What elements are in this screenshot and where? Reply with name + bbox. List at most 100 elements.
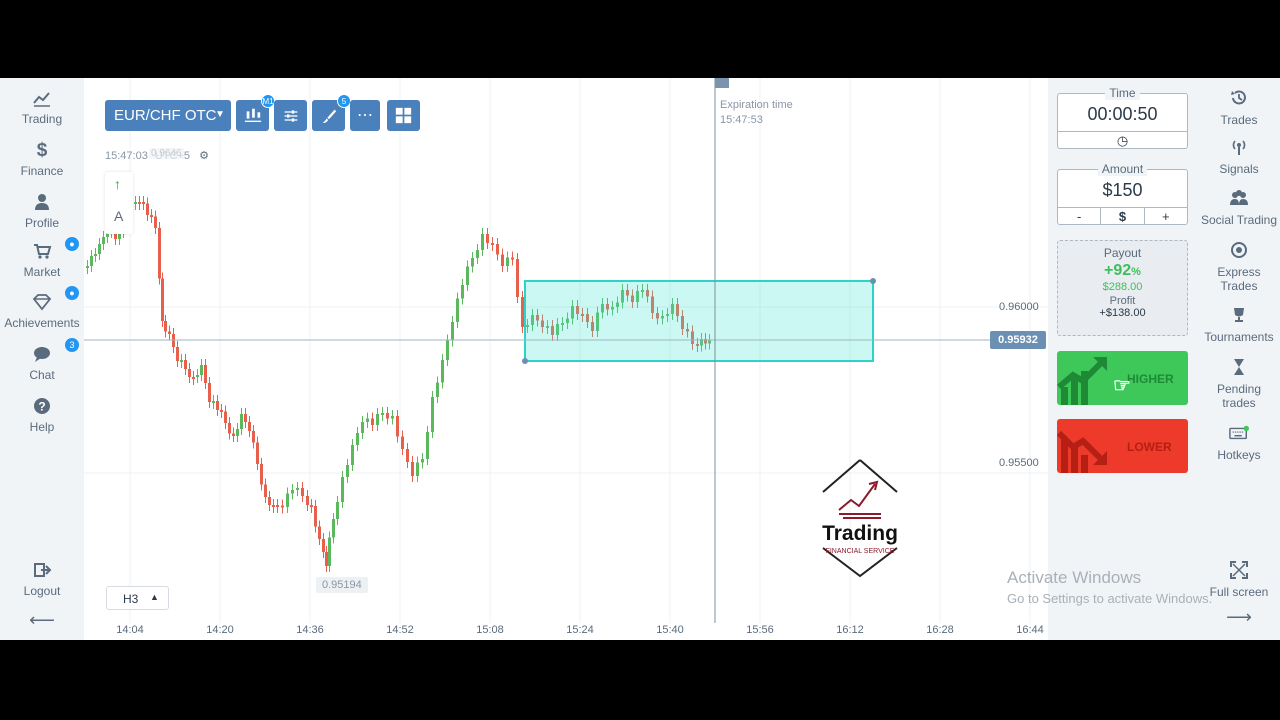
candle-body xyxy=(192,377,195,379)
candle-body xyxy=(208,383,211,402)
candle-body xyxy=(240,414,243,429)
chart-clock: 15:47:03 xyxy=(105,150,148,162)
candle-body xyxy=(328,537,331,566)
nav-achievements[interactable]: Achievements ● xyxy=(0,286,84,330)
nav-label: Finance xyxy=(20,164,64,178)
time-field[interactable]: Time 00:00:50 ◷ xyxy=(1057,86,1188,149)
candle-body xyxy=(310,505,313,507)
candles-icon xyxy=(244,108,262,122)
candle-body xyxy=(471,258,474,267)
layout-button[interactable] xyxy=(387,100,420,131)
nav-trades[interactable]: Trades xyxy=(1198,88,1280,127)
settings-gear-icon[interactable]: ⚙ xyxy=(199,150,209,162)
higher-label: HIGHER xyxy=(1127,372,1174,386)
trend-up-icon xyxy=(1057,357,1107,405)
candle-body xyxy=(252,431,255,443)
brand-logo-icon xyxy=(822,459,898,578)
candle-body xyxy=(416,462,419,476)
time-axis-label: 15:56 xyxy=(746,624,774,636)
amount-minus-button[interactable]: - xyxy=(1058,208,1102,225)
candle-body xyxy=(501,254,504,266)
collapse-left-arrow-icon[interactable]: ⟵ xyxy=(0,610,84,631)
nav-pending-trades[interactable]: Pending trades xyxy=(1198,357,1280,410)
brush-icon xyxy=(322,109,337,123)
time-axis-label: 16:44 xyxy=(1016,624,1044,636)
candle-body xyxy=(90,256,93,266)
candle-body xyxy=(391,416,394,419)
nav-chat[interactable]: Chat 3 xyxy=(0,338,84,382)
chart-type-button[interactable]: M1 xyxy=(236,94,275,131)
profit-value: +$138.00 xyxy=(1099,307,1146,319)
nav-tournaments[interactable]: Tournaments xyxy=(1198,305,1280,344)
higher-button[interactable]: HIGHER ☞ xyxy=(1057,351,1188,405)
more-button[interactable]: ⋯ xyxy=(350,100,380,131)
candle-body xyxy=(276,505,279,507)
lower-label: LOWER xyxy=(1127,440,1172,454)
rnav-label: Hotkeys xyxy=(1217,448,1261,462)
currency-button[interactable]: $ xyxy=(1101,208,1145,225)
rectangle-handle[interactable] xyxy=(870,278,876,284)
nav-market[interactable]: Market ● xyxy=(0,237,84,279)
nav-label: Trading xyxy=(21,112,63,126)
rectangle-handle[interactable] xyxy=(522,358,528,364)
fullscreen-button[interactable]: Full screen xyxy=(1198,560,1280,599)
nav-label: Chat xyxy=(29,368,55,382)
nav-express-trades[interactable]: Express Trades xyxy=(1198,240,1280,293)
candle-body xyxy=(244,414,247,422)
hand-cursor-icon: ☞ xyxy=(1113,375,1131,397)
candle-body xyxy=(196,375,199,377)
hourglass-icon xyxy=(1198,357,1280,379)
candle-body xyxy=(102,237,105,244)
nav-finance[interactable]: $ Finance xyxy=(0,140,84,178)
indicators-button[interactable] xyxy=(274,100,307,131)
candle-body xyxy=(256,442,259,464)
price-chart[interactable]: EUR/CHF OTC ▼ M1 5 ⋯ 15:47:03 UTC+5 0.96… xyxy=(84,78,1048,640)
nav-label: Market xyxy=(23,265,61,279)
nav-logout[interactable]: Logout xyxy=(0,560,84,598)
asset-selector[interactable]: EUR/CHF OTC ▼ xyxy=(105,100,231,131)
sliders-icon xyxy=(284,110,298,122)
clock-icon[interactable]: ◷ xyxy=(1058,131,1187,149)
amount-value[interactable]: $150 xyxy=(1058,180,1187,201)
candle-body xyxy=(341,477,344,502)
candle-body xyxy=(281,505,284,508)
chart-canvas[interactable] xyxy=(84,78,1048,640)
lower-button[interactable]: LOWER xyxy=(1057,419,1188,473)
candle-body xyxy=(325,552,328,566)
candle-body xyxy=(446,340,449,360)
payout-label: Payout xyxy=(1103,246,1142,260)
nav-signals[interactable]: Signals xyxy=(1198,137,1280,176)
nav-help[interactable]: ? Help xyxy=(0,396,84,434)
collapse-right-arrow-icon[interactable]: ⟶ xyxy=(1198,608,1280,626)
grid-layout-icon xyxy=(395,107,412,124)
amount-field[interactable]: Amount $150 - $ + xyxy=(1057,162,1188,225)
time-value[interactable]: 00:00:50 xyxy=(1058,104,1187,125)
profit-label: Profit xyxy=(1109,295,1136,307)
timeframe-selector[interactable]: H3 ▲ xyxy=(106,586,169,610)
amount-plus-button[interactable]: + xyxy=(1145,208,1187,225)
candle-body xyxy=(168,331,171,334)
expiration-label: Expiration time xyxy=(720,99,793,111)
time-axis-label: 15:40 xyxy=(656,624,684,636)
nav-social-trading[interactable]: Social Trading xyxy=(1198,188,1280,227)
candle-body xyxy=(351,445,354,465)
candle-body xyxy=(176,347,179,361)
text-tool-icon[interactable]: A xyxy=(114,208,123,224)
rnav-label: Trades xyxy=(1220,113,1258,127)
trend-down-icon xyxy=(1057,430,1107,473)
candle-body xyxy=(286,493,289,507)
history-icon xyxy=(1198,88,1280,110)
drawn-rectangle[interactable] xyxy=(524,280,874,362)
up-arrow-icon[interactable]: ↑ xyxy=(114,176,121,192)
candle-body xyxy=(496,244,499,255)
candle-body xyxy=(371,418,374,425)
dollar-icon: $ xyxy=(36,140,48,161)
time-axis-label: 14:04 xyxy=(116,624,144,636)
nav-hotkeys[interactable]: Hotkeys xyxy=(1198,423,1280,462)
nav-label: Achievements xyxy=(4,316,80,330)
drawings-button[interactable]: 5 xyxy=(312,94,351,131)
nav-profile[interactable]: Profile xyxy=(0,192,84,230)
nav-trading[interactable]: Trading xyxy=(0,88,84,126)
candle-body xyxy=(158,228,161,279)
price-ghost-label: 0.9646 xyxy=(149,148,184,159)
